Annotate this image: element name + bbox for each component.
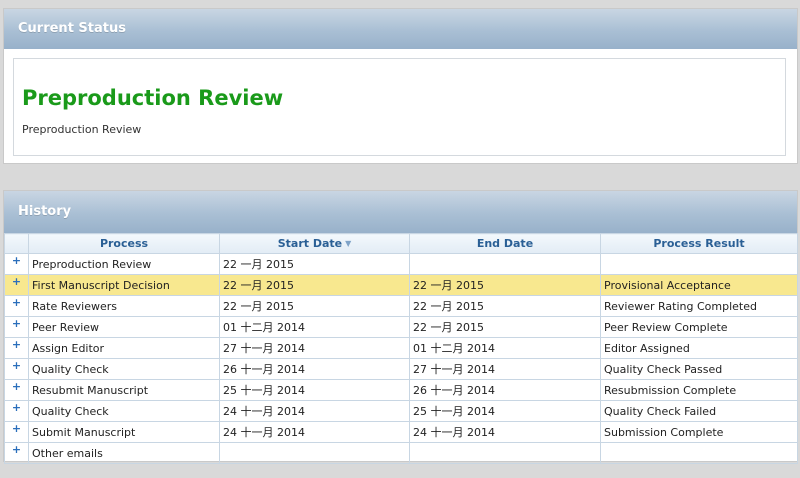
end-date-cell: 26 十一月 2014 bbox=[409, 379, 601, 401]
table-row[interactable]: + Resubmit Manuscript 25 十一月 2014 26 十一月 20… bbox=[4, 379, 798, 401]
process-result-cell: Reviewer Rating Completed bbox=[600, 295, 798, 317]
sort-down-icon: ▼ bbox=[345, 239, 352, 248]
table-row[interactable]: + Quality Check 24 十一月 2014 25 十一月 2014 Qual… bbox=[4, 400, 798, 422]
end-date-column-label: End Date bbox=[476, 237, 534, 250]
process-cell: Preproduction Review bbox=[28, 253, 220, 275]
expand-row-icon[interactable]: + bbox=[4, 379, 29, 401]
status-box: Preproduction Review Preproduction Revie… bbox=[13, 58, 786, 156]
expand-row-icon[interactable]: + bbox=[4, 421, 29, 443]
status-subtitle: Preproduction Review bbox=[22, 123, 142, 136]
process-column-label: Process bbox=[99, 237, 149, 250]
start-date-column-header[interactable]: Start Date ▼ bbox=[219, 233, 410, 254]
end-date-cell bbox=[409, 253, 601, 275]
start-date-cell: 22 一月 2015 bbox=[219, 295, 410, 317]
process-result-cell: Provisional Acceptance bbox=[600, 274, 798, 296]
end-date-cell: 22 一月 2015 bbox=[409, 295, 601, 317]
start-date-cell: 25 十一月 2014 bbox=[219, 379, 410, 401]
end-date-cell: 22 一月 2015 bbox=[409, 316, 601, 338]
expand-row-icon[interactable]: + bbox=[4, 337, 29, 359]
end-date-column-header[interactable]: End Date bbox=[409, 233, 601, 254]
process-result-cell: Quality Check Failed bbox=[600, 400, 798, 422]
start-date-cell bbox=[219, 442, 410, 464]
end-date-cell bbox=[409, 442, 601, 464]
expand-row-icon[interactable]: + bbox=[4, 358, 29, 380]
history-header-row: Process Start Date ▼ End Date Process Res… bbox=[4, 233, 798, 254]
process-cell: Quality Check bbox=[28, 400, 220, 422]
process-cell: Peer Review bbox=[28, 316, 220, 338]
process-cell: Resubmit Manuscript bbox=[28, 379, 220, 401]
process-result-column-header[interactable]: Process Result bbox=[600, 233, 798, 254]
process-cell: Rate Reviewers bbox=[28, 295, 220, 317]
process-result-column-label: Process Result bbox=[653, 237, 745, 250]
table-row[interactable]: + Peer Review 01 十二月 2014 22 一月 2015 Peer Re… bbox=[4, 316, 798, 338]
table-row[interactable]: + Submit Manuscript 24 十一月 2014 24 十一月 2014… bbox=[4, 421, 798, 443]
start-date-cell: 24 十一月 2014 bbox=[219, 421, 410, 443]
table-row[interactable]: + Quality Check 26 十一月 2014 27 十一月 2014 Qual… bbox=[4, 358, 798, 380]
start-date-cell: 22 一月 2015 bbox=[219, 253, 410, 275]
expand-row-icon[interactable]: + bbox=[4, 442, 29, 464]
current-status-panel: Current Status Preproduction Review Prep… bbox=[3, 8, 798, 164]
process-result-cell: Editor Assigned bbox=[600, 337, 798, 359]
process-cell: Assign Editor bbox=[28, 337, 220, 359]
table-row[interactable]: + Rate Reviewers 22 一月 2015 22 一月 2015 Revie… bbox=[4, 295, 798, 317]
start-date-cell: 26 十一月 2014 bbox=[219, 358, 410, 380]
start-date-column-label: Start Date bbox=[277, 237, 343, 250]
table-row[interactable]: + Preproduction Review 22 一月 2015 bbox=[4, 253, 798, 275]
process-result-cell: Peer Review Complete bbox=[600, 316, 798, 338]
current-status-header: Current Status bbox=[4, 9, 797, 49]
history-table: Process Start Date ▼ End Date Process Res… bbox=[4, 233, 798, 464]
process-result-cell bbox=[600, 442, 798, 464]
process-result-cell bbox=[600, 253, 798, 275]
expand-row-icon[interactable]: + bbox=[4, 274, 29, 296]
status-title: Preproduction Review bbox=[22, 86, 284, 110]
process-cell: Submit Manuscript bbox=[28, 421, 220, 443]
start-date-cell: 01 十二月 2014 bbox=[219, 316, 410, 338]
end-date-cell: 25 十一月 2014 bbox=[409, 400, 601, 422]
process-result-cell: Quality Check Passed bbox=[600, 358, 798, 380]
process-result-cell: Submission Complete bbox=[600, 421, 798, 443]
expand-column-header bbox=[4, 233, 29, 254]
process-cell: Quality Check bbox=[28, 358, 220, 380]
end-date-cell: 27 十一月 2014 bbox=[409, 358, 601, 380]
end-date-cell: 24 十一月 2014 bbox=[409, 421, 601, 443]
history-table-body: + Preproduction Review 22 一月 2015 + First Ma… bbox=[4, 253, 798, 464]
table-row[interactable]: + Other emails bbox=[4, 442, 798, 464]
history-header: History bbox=[4, 191, 797, 233]
start-date-cell: 27 十一月 2014 bbox=[219, 337, 410, 359]
process-column-header[interactable]: Process bbox=[28, 233, 220, 254]
history-panel: History Process Start Date ▼ End Date Pro… bbox=[3, 190, 798, 464]
start-date-cell: 22 一月 2015 bbox=[219, 274, 410, 296]
expand-row-icon[interactable]: + bbox=[4, 253, 29, 275]
table-row[interactable]: + Assign Editor 27 十一月 2014 01 十二月 2014 Edit… bbox=[4, 337, 798, 359]
end-date-cell: 01 十二月 2014 bbox=[409, 337, 601, 359]
process-cell: First Manuscript Decision bbox=[28, 274, 220, 296]
expand-row-icon[interactable]: + bbox=[4, 316, 29, 338]
table-row[interactable]: + First Manuscript Decision 22 一月 2015 22 一… bbox=[4, 274, 798, 296]
start-date-cell: 24 十一月 2014 bbox=[219, 400, 410, 422]
expand-row-icon[interactable]: + bbox=[4, 400, 29, 422]
process-result-cell: Resubmission Complete bbox=[600, 379, 798, 401]
end-date-cell: 22 一月 2015 bbox=[409, 274, 601, 296]
expand-row-icon[interactable]: + bbox=[4, 295, 29, 317]
process-cell: Other emails bbox=[28, 442, 220, 464]
